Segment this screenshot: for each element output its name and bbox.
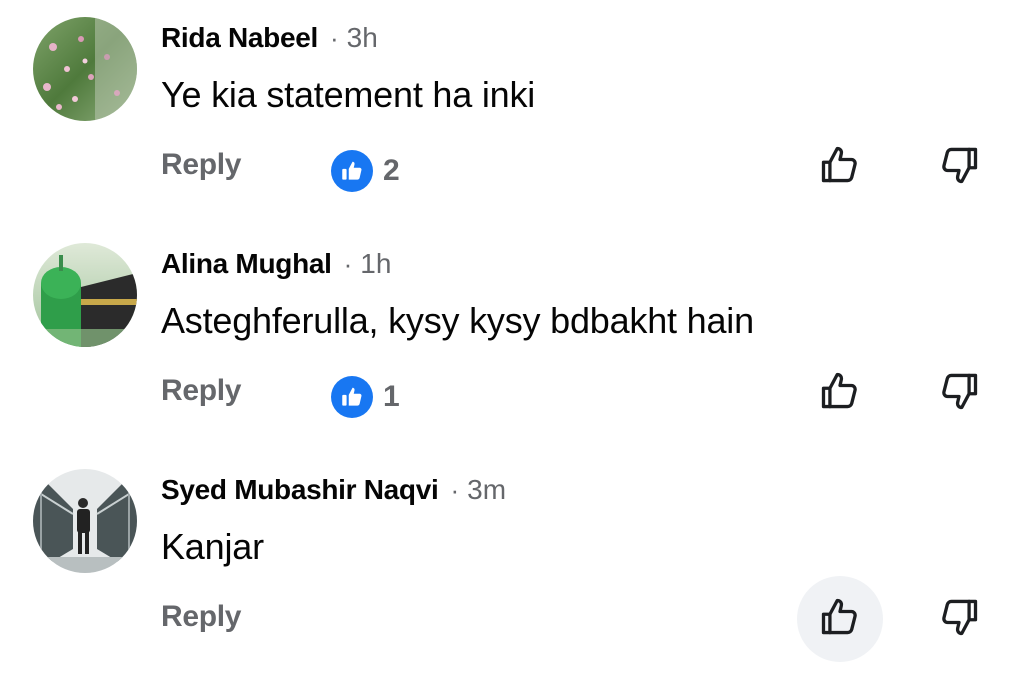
thumbs-up-outline-icon (818, 369, 862, 418)
upvote-button[interactable] (797, 124, 883, 210)
separator-dot: · (450, 474, 460, 505)
author-name[interactable]: Alina Mughal (161, 248, 332, 280)
comment-text: Kanjar (161, 526, 264, 567)
comment-item: Rida Nabeel · 3h Ye kia statement ha ink… (0, 0, 1024, 226)
timestamp[interactable]: 3h (347, 22, 378, 54)
thumbs-down-outline-icon (937, 143, 981, 192)
avatar[interactable] (33, 469, 137, 573)
comment-item: Syed Mubashir Naqvi · 3m Kanjar Reply (0, 452, 1024, 678)
downvote-button[interactable] (916, 576, 1002, 662)
downvote-button[interactable] (916, 124, 1002, 210)
upvote-button[interactable] (797, 576, 883, 662)
separator-dot: · (343, 248, 353, 279)
thumbs-down-outline-icon (937, 369, 981, 418)
avatar[interactable] (33, 243, 137, 347)
timestamp[interactable]: 1h (360, 248, 391, 280)
reply-button[interactable]: Reply (161, 374, 242, 408)
comment-text: Asteghferulla, kysy kysy bdbakht hain (161, 300, 754, 341)
like-count: 2 (383, 154, 400, 187)
reply-button[interactable]: Reply (161, 148, 242, 182)
thumbs-up-outline-icon (818, 595, 862, 644)
downvote-button[interactable] (916, 350, 1002, 436)
comment-header: Rida Nabeel · 3h (161, 18, 378, 58)
author-name[interactable]: Syed Mubashir Naqvi (161, 474, 439, 506)
timestamp[interactable]: 3m (467, 474, 506, 506)
comment-item: Alina Mughal · 1h Asteghferulla, kysy ky… (0, 226, 1024, 452)
reply-button[interactable]: Reply (161, 600, 242, 634)
comment-header: Syed Mubashir Naqvi · 3m (161, 470, 506, 510)
avatar[interactable] (33, 17, 137, 121)
separator-dot: · (329, 22, 339, 53)
comment-text: Ye kia statement ha inki (161, 74, 536, 115)
thumbs-down-outline-icon (937, 595, 981, 644)
like-reaction-icon (331, 376, 373, 418)
like-count: 1 (383, 380, 400, 413)
thumbs-up-outline-icon (818, 143, 862, 192)
author-name[interactable]: Rida Nabeel (161, 22, 318, 54)
reaction-summary[interactable]: 2 (331, 150, 400, 192)
like-reaction-icon (331, 150, 373, 192)
upvote-button[interactable] (797, 350, 883, 436)
reaction-summary[interactable]: 1 (331, 376, 400, 418)
comment-header: Alina Mughal · 1h (161, 244, 391, 284)
